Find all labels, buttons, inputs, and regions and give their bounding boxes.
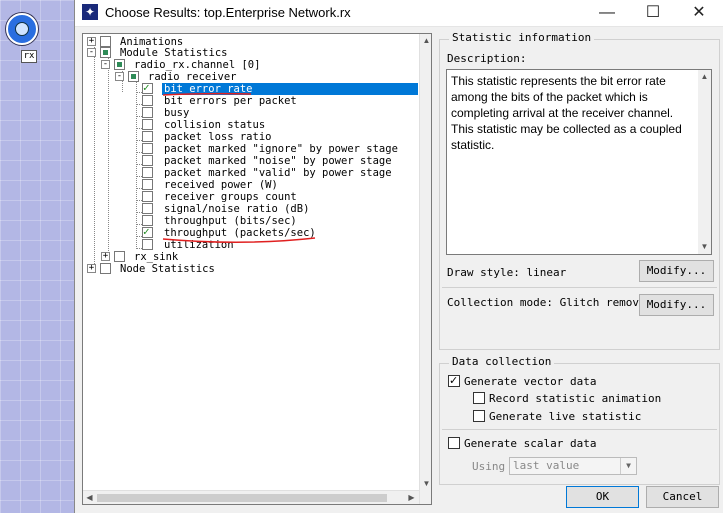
divider bbox=[442, 287, 717, 288]
minimize-button[interactable]: — bbox=[584, 0, 630, 27]
using-select-value: last value bbox=[513, 459, 580, 472]
record-animation-label: Record statistic animation bbox=[489, 392, 662, 405]
expand-icon[interactable]: + bbox=[101, 252, 110, 261]
tree-horizontal-scrollbar[interactable]: ◀ ▶ bbox=[83, 490, 419, 504]
scroll-left-icon[interactable]: ◀ bbox=[83, 491, 96, 504]
maximize-button[interactable]: ☐ bbox=[630, 0, 676, 27]
generate-live-checkbox[interactable] bbox=[473, 410, 485, 422]
scroll-down-icon[interactable]: ▼ bbox=[698, 240, 711, 253]
tree-vertical-scrollbar[interactable]: ▲ ▼ bbox=[419, 34, 431, 504]
generate-scalar-checkbox[interactable] bbox=[448, 437, 460, 449]
tree-item-rx-sink[interactable]: + rx_sink bbox=[100, 251, 416, 263]
results-tree[interactable]: + Animations - Module Statistics - radio… bbox=[82, 33, 432, 505]
scroll-up-icon[interactable]: ▲ bbox=[420, 34, 431, 47]
red-underline-annotations bbox=[162, 92, 316, 244]
close-button[interactable]: ✕ bbox=[676, 0, 722, 27]
node-label: rx bbox=[21, 50, 37, 63]
collection-mode-modify-button[interactable]: Modify... bbox=[639, 294, 714, 316]
scroll-down-icon[interactable]: ▼ bbox=[420, 477, 431, 490]
record-animation-checkbox[interactable] bbox=[473, 392, 485, 404]
expand-icon[interactable]: + bbox=[87, 264, 96, 273]
draw-style-modify-button[interactable]: Modify... bbox=[639, 260, 714, 282]
tree-item-label: rx_sink bbox=[134, 251, 179, 263]
chevron-down-icon: ▼ bbox=[620, 458, 636, 474]
using-label: Using bbox=[472, 460, 506, 473]
ok-button[interactable]: OK bbox=[566, 486, 639, 508]
title-bar: ✦ Choose Results: top.Enterprise Network… bbox=[75, 0, 723, 27]
description-label: Description: bbox=[447, 52, 527, 65]
generate-scalar-label: Generate scalar data bbox=[464, 437, 597, 450]
app-icon: ✦ bbox=[82, 4, 98, 20]
scroll-thumb[interactable] bbox=[97, 494, 387, 502]
data-collection-title: Data collection bbox=[449, 355, 555, 368]
generate-live-label: Generate live statistic bbox=[489, 410, 642, 423]
cancel-button[interactable]: Cancel bbox=[646, 486, 719, 508]
scroll-up-icon[interactable]: ▲ bbox=[698, 70, 711, 83]
generate-vector-checkbox[interactable] bbox=[448, 374, 460, 387]
window-title: Choose Results: top.Enterprise Network.r… bbox=[105, 5, 351, 20]
choose-results-dialog: ✦ Choose Results: top.Enterprise Network… bbox=[74, 0, 723, 513]
collection-mode-label: Collection mode: Glitch removal bbox=[447, 296, 653, 309]
scroll-right-icon[interactable]: ▶ bbox=[405, 491, 418, 504]
model-canvas: rx bbox=[0, 0, 74, 513]
checkbox[interactable] bbox=[114, 251, 125, 262]
description-textbox[interactable]: This statistic represents the bit error … bbox=[446, 69, 712, 255]
node-core-icon bbox=[15, 22, 29, 36]
divider bbox=[442, 429, 717, 430]
description-text: This statistic represents the bit error … bbox=[451, 74, 682, 152]
using-select[interactable]: last value ▼ bbox=[509, 457, 637, 475]
generate-vector-label: Generate vector data bbox=[464, 375, 597, 388]
description-scrollbar[interactable]: ▲ ▼ bbox=[698, 70, 711, 254]
checkbox[interactable] bbox=[100, 263, 111, 274]
statistic-information-title: Statistic information bbox=[449, 31, 595, 44]
tree-item-node-statistics[interactable]: + Node Statistics bbox=[86, 263, 416, 275]
draw-style-label: Draw style: linear bbox=[447, 266, 567, 279]
tree-item-label: Node Statistics bbox=[120, 263, 215, 275]
rx-node-icon[interactable] bbox=[6, 13, 38, 45]
